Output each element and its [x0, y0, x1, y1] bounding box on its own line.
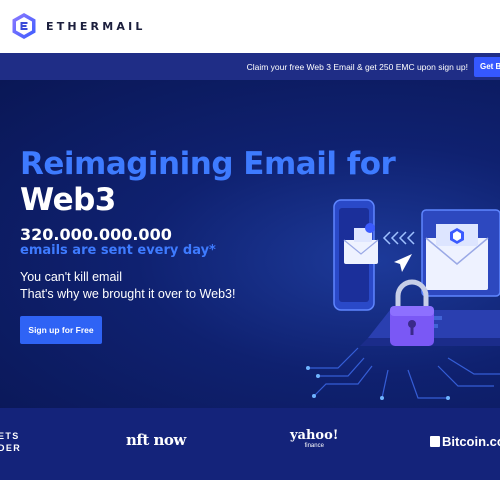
promo-banner: Claim your free Web 3 Email & get 250 EM… — [0, 53, 500, 80]
hero-subtext-line-1: You can't kill email — [20, 270, 122, 284]
page-bottom-margin — [0, 480, 500, 500]
bitcoin-com-logo[interactable]: Bitcoin.co — [430, 434, 500, 449]
yahoo-finance-logo[interactable]: yahoo! finance — [290, 429, 338, 452]
phone-laptop-email-padlock-illustration-icon — [306, 199, 500, 400]
hero-section: Reimagining Email for Web3 320.000.000.0… — [0, 80, 500, 408]
ethermail-hexagon-logo-icon — [12, 13, 36, 39]
get-started-button[interactable]: Get Be — [474, 56, 500, 77]
bitcoin-square-icon — [430, 436, 440, 447]
ethermail-logo[interactable]: ETHERMAIL — [10, 12, 146, 40]
sign-up-button[interactable]: Sign up for Free — [20, 316, 102, 344]
hero-title-line-2: Web3 — [20, 182, 116, 218]
bitcoin-wordmark: Bitcoin.co — [442, 434, 500, 449]
markets-insider-logo[interactable]: ETS DER — [0, 430, 21, 454]
emails-sent-stat: 320.000.000.000 — [20, 225, 172, 244]
promo-banner-text: Claim your free Web 3 Email & get 250 EM… — [246, 61, 468, 72]
hero-subtext: You can't kill email That's why we broug… — [20, 269, 235, 303]
logo-wordmark: ETHERMAIL — [46, 19, 146, 33]
markets-insider-line-2: DER — [0, 443, 22, 453]
nftnow-logo[interactable]: nft now — [126, 431, 186, 449]
landing-page: ETHERMAIL Claim your free Web 3 Email & … — [0, 0, 500, 500]
partner-logo-strip: ETS DER nft now yahoo! finance Bitcoin.c… — [0, 408, 500, 480]
hero-subtext-line-2: That's why we brought it over to Web3! — [20, 287, 236, 301]
site-header: ETHERMAIL — [0, 0, 500, 52]
hero-title-line-1: Reimagining Email for — [20, 146, 396, 182]
emails-sent-caption: emails are sent every day* — [20, 243, 216, 258]
markets-insider-line-1: ETS — [0, 431, 20, 441]
